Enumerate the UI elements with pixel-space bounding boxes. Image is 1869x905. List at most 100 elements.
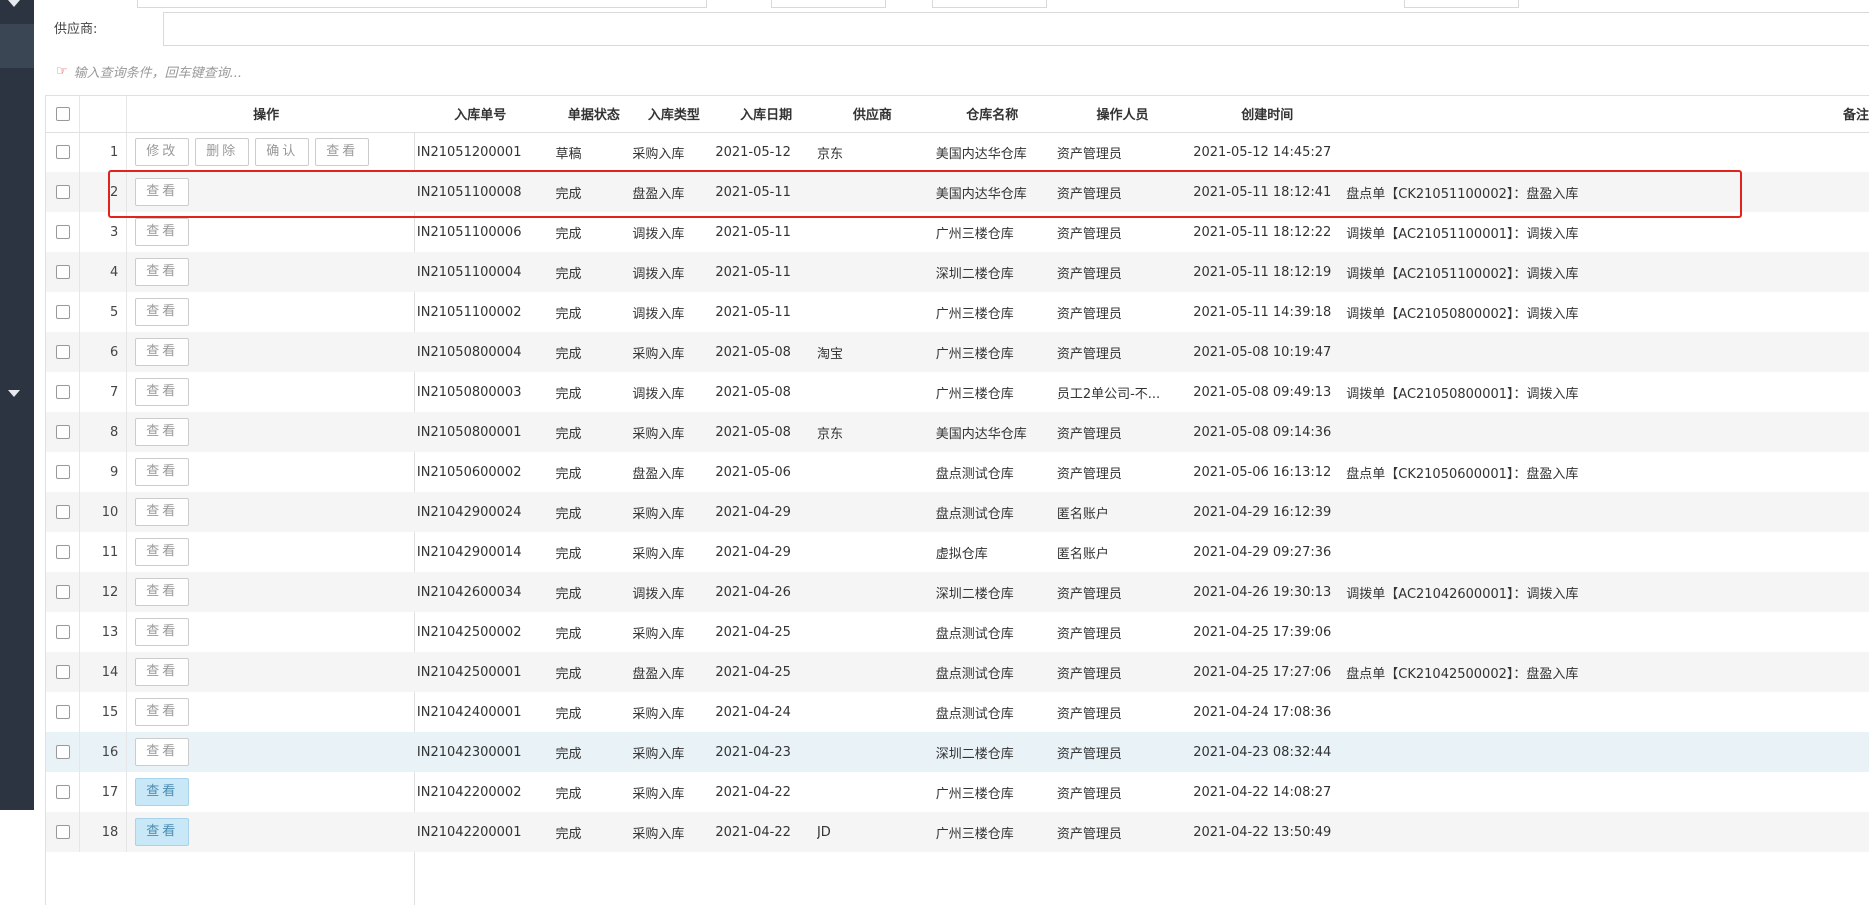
table-row[interactable]: 2 查看 IN21051100008 完成 盘盈入库 2021-05-11 美国内达华仓库资… bbox=[46, 172, 1869, 212]
view-button[interactable]: 查看 bbox=[135, 218, 190, 246]
view-button[interactable]: 查看 bbox=[135, 778, 190, 806]
row-checkbox[interactable] bbox=[55, 705, 70, 719]
row-checkbox[interactable] bbox=[55, 225, 70, 239]
view-button[interactable]: 查看 bbox=[135, 658, 190, 686]
row-checkbox-cell bbox=[46, 492, 81, 532]
row-checkbox-cell bbox=[46, 732, 81, 772]
view-button[interactable]: 查看 bbox=[135, 578, 190, 606]
view-button[interactable]: 查看 bbox=[135, 818, 190, 846]
cell-operator: 资产管理员 bbox=[1056, 706, 1122, 722]
table-row[interactable]: 13 查看 IN21042500002 完成 采购入库 2021-04-25 盘点测试仓库 资… bbox=[46, 612, 1869, 652]
search-hint[interactable]: ☞ 输入查询条件，回车键查询... bbox=[56, 62, 242, 81]
table-row[interactable]: 10 查看 IN21042900024 完成 采购入库 2021-04-29 盘点测试仓库匿… bbox=[46, 492, 1869, 532]
cell-created: 2021-04-29 09:27:36 bbox=[1193, 544, 1332, 560]
header-type[interactable]: 入库类型 bbox=[632, 96, 716, 133]
cell-remark bbox=[1346, 732, 1869, 772]
view-button[interactable]: 查看 bbox=[135, 418, 190, 446]
row-checkbox[interactable] bbox=[55, 345, 70, 359]
view-button[interactable]: 查看 bbox=[135, 338, 190, 366]
row-checkbox[interactable] bbox=[55, 625, 70, 639]
row-checkbox[interactable] bbox=[55, 305, 70, 319]
row-checkbox[interactable] bbox=[55, 425, 70, 439]
header-operator[interactable]: 操作人员 bbox=[1056, 96, 1189, 133]
row-checkbox[interactable] bbox=[55, 465, 70, 479]
row-checkbox[interactable] bbox=[55, 505, 70, 519]
row-checkbox[interactable] bbox=[55, 265, 70, 279]
view-button[interactable]: 查看 bbox=[135, 178, 190, 206]
row-checkbox-cell bbox=[46, 332, 81, 372]
cell-code: IN21051100006 bbox=[416, 224, 522, 240]
view-button[interactable]: 查看 bbox=[135, 738, 190, 766]
cell-created: 2021-05-11 18:12:22 bbox=[1193, 224, 1332, 240]
view-button[interactable]: 查看 bbox=[135, 298, 190, 326]
table-row[interactable]: 5 查看 IN21051100002 完成 调拨入库 2021-05-11 广州三楼仓库 资产… bbox=[46, 292, 1869, 332]
sidebar-active-item[interactable] bbox=[0, 24, 34, 68]
table-row[interactable]: 1 修改 删除 确认 查看 IN21051200001 草稿 采购入库 2021-05-12 京东… bbox=[46, 132, 1869, 172]
header-code[interactable]: 入库单号 bbox=[404, 96, 556, 133]
cell-type: 采购入库 bbox=[632, 332, 716, 372]
row-checkbox[interactable] bbox=[55, 745, 70, 759]
cell-remark: 调拨单【AC21050800002】：调拨入库 bbox=[1346, 306, 1579, 322]
table-row[interactable]: 11 查看 IN21042900014 完成 采购入库 2021-04-29 虚拟仓库 匿名账… bbox=[46, 532, 1869, 572]
header-created[interactable]: 创建时间 bbox=[1188, 96, 1347, 133]
view-button[interactable]: 查看 bbox=[135, 498, 190, 526]
table-row[interactable]: 15 查看 IN21042400001 完成 采购入库 2021-04-24 盘点测试仓库 资… bbox=[46, 692, 1869, 732]
table-row[interactable]: 9 查看 IN21050600002 完成 盘盈入库 2021-05-06 盘点测试仓库 资产… bbox=[46, 452, 1869, 492]
view-button[interactable]: 查看 bbox=[135, 538, 190, 566]
chevron-down-icon[interactable] bbox=[8, 390, 20, 397]
cell-type: 采购入库 bbox=[632, 412, 716, 452]
filter-input[interactable] bbox=[137, 0, 707, 8]
view-button[interactable]: 查看 bbox=[135, 258, 190, 286]
row-checkbox[interactable] bbox=[55, 825, 70, 839]
filter-input[interactable] bbox=[771, 0, 886, 8]
header-date[interactable]: 入库日期 bbox=[715, 96, 817, 133]
supplier-input[interactable] bbox=[163, 12, 1869, 46]
cell-status: 完成 bbox=[555, 492, 633, 532]
cell-created: 2021-05-08 09:14:36 bbox=[1188, 412, 1347, 452]
cell-date: 2021-05-11 bbox=[715, 224, 791, 240]
row-checkbox[interactable] bbox=[55, 665, 70, 679]
delete-button[interactable]: 删除 bbox=[195, 138, 250, 167]
row-checkbox[interactable] bbox=[55, 585, 70, 599]
edit-button[interactable]: 修改 bbox=[135, 138, 190, 167]
view-button[interactable]: 查看 bbox=[315, 138, 370, 167]
table-row[interactable]: 3 查看 IN21051100006 完成 调拨入库 2021-05-11 广州三楼仓库 资产… bbox=[46, 212, 1869, 252]
cell-type: 采购入库 bbox=[632, 732, 716, 772]
table-row[interactable]: 14 查看 IN21042500001 完成 盘盈入库 2021-04-25 盘点测试仓库资… bbox=[46, 652, 1869, 692]
header-supplier[interactable]: 供应商 bbox=[816, 96, 928, 133]
row-checkbox[interactable] bbox=[55, 785, 70, 799]
row-checkbox[interactable] bbox=[55, 385, 70, 399]
filter-input[interactable] bbox=[932, 0, 1047, 8]
table-row[interactable]: 18 查看 IN21042200001 完成 采购入库 2021-04-22 JD 广州三楼仓… bbox=[46, 812, 1869, 852]
row-number: 6 bbox=[79, 332, 128, 372]
table-row[interactable]: 8 查看 IN21050800001 完成 采购入库 2021-05-08 京东 美国内达华仓… bbox=[46, 412, 1869, 452]
cell-warehouse: 盘点测试仓库 bbox=[927, 652, 1057, 692]
view-button[interactable]: 查看 bbox=[135, 698, 190, 726]
filter-input[interactable] bbox=[1404, 0, 1519, 8]
row-checkbox[interactable] bbox=[55, 545, 70, 559]
row-checkbox-cell bbox=[46, 412, 81, 452]
cell-operator: 资产管理员 bbox=[1056, 332, 1189, 372]
row-checkbox[interactable] bbox=[55, 185, 70, 199]
confirm-button[interactable]: 确认 bbox=[255, 138, 310, 167]
table-row[interactable]: 6 查看 IN21050800004 完成 采购入库 2021-05-08 淘宝 广州三楼仓库… bbox=[46, 332, 1869, 372]
header-warehouse[interactable]: 仓库名称 bbox=[927, 96, 1057, 133]
header-status[interactable]: 单据状态 bbox=[555, 96, 633, 133]
view-button[interactable]: 查看 bbox=[135, 378, 190, 406]
cell-warehouse: 虚拟仓库 bbox=[935, 546, 988, 562]
cell-status: 完成 bbox=[555, 412, 633, 452]
table-row[interactable]: 4 查看 IN21051100004 完成 调拨入库 2021-05-11 深圳二楼仓库 资产… bbox=[46, 252, 1869, 292]
cell-type: 调拨入库 bbox=[632, 226, 685, 242]
table-row[interactable]: 16 查看 IN21042300001 完成 采购入库 2021-04-23 深圳二楼仓库资… bbox=[46, 732, 1869, 772]
row-checkbox[interactable] bbox=[55, 145, 70, 160]
select-all-checkbox[interactable] bbox=[55, 106, 70, 121]
table-row[interactable]: 17 查看 IN21042200002 完成 采购入库 2021-04-22 广州三楼仓库 资… bbox=[46, 772, 1869, 812]
table-row[interactable]: 12 查看 IN21042600034 完成 调拨入库 2021-04-26 深圳二楼仓库资… bbox=[46, 572, 1869, 612]
table-row[interactable]: 7 查看 IN21050800003 完成 调拨入库 2021-05-08 广州三楼仓库 员工… bbox=[46, 372, 1869, 412]
view-button[interactable]: 查看 bbox=[135, 458, 190, 486]
header-remark[interactable]: 备注 bbox=[1346, 96, 1869, 133]
cell-remark bbox=[1346, 812, 1869, 852]
chevron-down-icon[interactable] bbox=[8, 0, 20, 7]
cell-supplier bbox=[817, 692, 928, 732]
view-button[interactable]: 查看 bbox=[135, 618, 190, 646]
